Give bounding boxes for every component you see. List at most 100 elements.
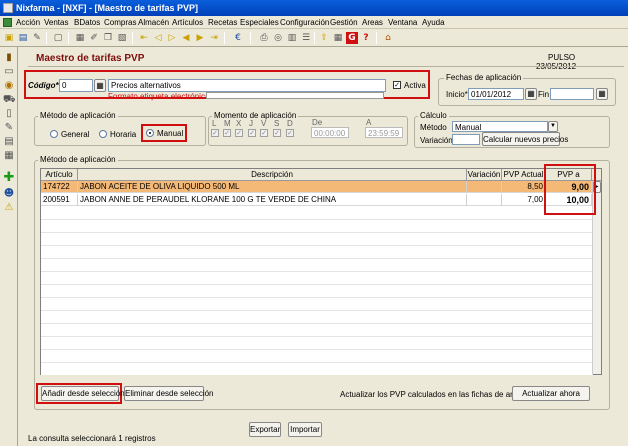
table-header: Artículo Descripción Variación PVP Actua…	[41, 169, 601, 191]
col-descripcion[interactable]: Descripción	[78, 169, 467, 181]
menu-articulos[interactable]: Artículos	[172, 18, 203, 27]
table-row[interactable]: 174722 JABON ACEITE DE OLIVA LIQUIDO 500…	[41, 181, 592, 193]
day-d-checkbox[interactable]: ✓	[286, 129, 294, 137]
codigo-field[interactable]: 0	[59, 79, 93, 92]
inicio-calendar-icon[interactable]: ▦	[525, 88, 537, 100]
cell-articulo: 174722	[41, 181, 78, 193]
day-m: M	[224, 119, 231, 128]
fin-calendar-icon[interactable]: ▦	[596, 88, 608, 100]
printer-icon[interactable]: ⎙	[258, 32, 270, 44]
table-row[interactable]: 200591 JABON ANNE DE PERAUDEL KLORANE 10…	[41, 194, 592, 206]
day-x: X	[236, 119, 242, 128]
list-icon[interactable]: ☰	[300, 32, 312, 44]
last-record-icon[interactable]: ⇥	[208, 32, 220, 44]
prev-icon[interactable]: ◀	[180, 32, 192, 44]
g-icon[interactable]: G	[346, 32, 358, 44]
app-icon	[3, 3, 13, 13]
cart-icon[interactable]: ⛟	[3, 94, 16, 106]
menu-recetas[interactable]: Recetas	[208, 18, 237, 27]
col-variacion[interactable]: Variación	[467, 169, 502, 181]
cell-pvp-actual: 8,50	[502, 181, 546, 193]
id-card-icon[interactable]: ▭	[3, 66, 15, 78]
search-icon[interactable]: ◎	[272, 32, 284, 44]
menu-areas[interactable]: Areas	[362, 18, 383, 27]
metodo-label: Método de aplicación	[38, 111, 118, 120]
variacion-field[interactable]	[452, 134, 480, 145]
grid-icon[interactable]: ▦	[332, 32, 344, 44]
export-button[interactable]: Exportar	[249, 422, 281, 437]
radio-manual-label: Manual	[157, 129, 184, 138]
pill-icon[interactable]: ◉	[3, 80, 15, 92]
prev-page-icon[interactable]: ◁	[152, 32, 164, 44]
menu-gestion[interactable]: Gestión	[330, 18, 358, 27]
document-icon[interactable]: ▤	[3, 136, 15, 148]
help-icon[interactable]: ?	[360, 32, 372, 44]
day-m-checkbox[interactable]: ✓	[223, 129, 231, 137]
plus-icon[interactable]: ✚	[3, 171, 15, 184]
col-pvp-actual[interactable]: PVP Actual	[502, 169, 546, 181]
calcular-precios-button[interactable]: Calcular nuevos precios	[482, 132, 568, 146]
col-articulo[interactable]: Artículo	[41, 169, 78, 181]
menu-configuracion[interactable]: Configuración	[280, 18, 329, 27]
cell-articulo: 200591	[41, 194, 78, 206]
warning-icon[interactable]: ⚠	[3, 202, 15, 214]
copy-icon[interactable]: ❐	[102, 32, 114, 44]
menu-ventas[interactable]: Ventas	[44, 18, 68, 27]
de-field[interactable]: 00:00:00	[311, 127, 349, 138]
export-icon[interactable]: ⇪	[318, 32, 330, 44]
status-text: La consulta seleccionará 1 registros	[28, 434, 156, 443]
radio-general[interactable]	[50, 130, 58, 138]
remove-from-selection-button[interactable]: Eliminar desde selección	[124, 386, 214, 401]
fechas-label: Fechas de aplicación	[444, 73, 524, 82]
next-icon[interactable]: ▶	[194, 32, 206, 44]
activa-checkbox[interactable]: ✓	[393, 81, 401, 89]
bottle-icon[interactable]: ▯	[3, 108, 15, 120]
users-icon[interactable]: ☻	[3, 188, 15, 200]
update-now-button[interactable]: Actualizar ahora	[512, 386, 590, 401]
pencil-icon[interactable]: ✎	[3, 122, 15, 134]
print-preview-icon[interactable]: ▢	[52, 32, 64, 44]
radio-manual[interactable]	[146, 129, 154, 137]
menu-accion[interactable]: Acción	[16, 18, 40, 27]
menu-compras[interactable]: Compras	[104, 18, 136, 27]
a-field[interactable]: 23:59:59	[365, 127, 403, 138]
next-page-icon[interactable]: ▷	[166, 32, 178, 44]
menu-especiales[interactable]: Especiales	[240, 18, 279, 27]
day-j-checkbox[interactable]: ✓	[248, 129, 256, 137]
table-icon[interactable]: ▦	[3, 150, 15, 162]
menu-ayuda[interactable]: Ayuda	[422, 18, 445, 27]
day-x-checkbox[interactable]: ✓	[235, 129, 243, 137]
formato-field[interactable]	[206, 92, 384, 99]
day-s-checkbox[interactable]: ✓	[273, 129, 281, 137]
de-label: De	[312, 118, 323, 127]
first-record-icon[interactable]: ⇤	[138, 32, 150, 44]
radio-horaria[interactable]	[99, 130, 107, 138]
book-icon[interactable]: ▮	[3, 52, 15, 64]
import-button[interactable]: Importar	[288, 422, 322, 437]
menu-ventana[interactable]: Ventana	[388, 18, 417, 27]
menu-almacen[interactable]: Almacén	[138, 18, 169, 27]
menu-bdatos[interactable]: BDatos	[74, 18, 100, 27]
add-from-selection-button[interactable]: Añadir desde selección	[41, 386, 125, 401]
calculo-metodo-select[interactable]: Manual	[452, 121, 548, 132]
day-l-checkbox[interactable]: ✓	[211, 129, 219, 137]
inicio-field[interactable]: 01/01/2012	[468, 88, 524, 100]
edit-icon[interactable]: ✐	[88, 32, 100, 44]
filter-icon[interactable]: ▥	[286, 32, 298, 44]
new-icon[interactable]: ▣	[3, 32, 15, 44]
calculo-metodo-label: Método	[420, 123, 447, 132]
descripcion-field[interactable]: Precios alternativos	[108, 79, 386, 92]
menu-app-icon[interactable]	[3, 18, 12, 27]
open-icon[interactable]: ▦	[74, 32, 86, 44]
euro-icon[interactable]: €	[232, 32, 244, 44]
fin-field[interactable]	[550, 88, 594, 100]
codigo-lookup-button[interactable]: ▦	[94, 79, 106, 92]
delete-icon[interactable]: ✎	[31, 32, 43, 44]
inicio-label: Inicio*	[446, 90, 468, 99]
paste-icon[interactable]: ▧	[116, 32, 128, 44]
save-icon[interactable]: ▤	[17, 32, 29, 44]
day-v-checkbox[interactable]: ✓	[260, 129, 268, 137]
home-icon[interactable]: ⌂	[382, 32, 394, 44]
calculo-label: Cálculo	[418, 111, 449, 120]
chevron-down-icon[interactable]: ▼	[548, 121, 558, 132]
